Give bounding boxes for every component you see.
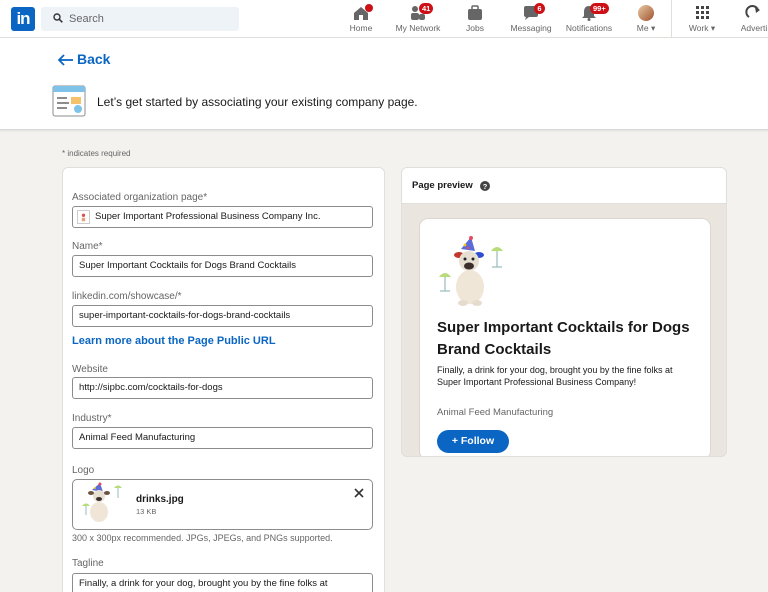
logo-filesize: 13 KB xyxy=(136,507,157,516)
network-badge: 41 xyxy=(419,3,434,14)
logo-hint: 300 x 300px recommended. JPGs, JPEGs, an… xyxy=(72,533,333,543)
nav-notifications[interactable]: 99+ Notifications xyxy=(560,0,618,38)
svg-text:?: ? xyxy=(483,182,488,191)
logo-thumbnail xyxy=(82,482,122,522)
nav-work-label: Work ▾ xyxy=(688,23,716,33)
required-note: * indicates required xyxy=(62,149,131,158)
nav-home[interactable]: Home xyxy=(340,0,382,38)
name-label: Name* xyxy=(72,241,103,252)
search-box[interactable] xyxy=(41,7,239,31)
learn-more-url-link[interactable]: Learn more about the Page Public URL xyxy=(72,335,276,347)
industry-field[interactable]: Animal Feed Manufacturing xyxy=(72,427,373,449)
page-header: Back Let’s get started by associating yo… xyxy=(0,38,768,130)
messaging-badge: 6 xyxy=(534,3,545,14)
follow-button[interactable]: + Follow xyxy=(437,430,509,453)
company-logo-icon xyxy=(77,210,90,224)
nav-messaging[interactable]: 6 Messaging xyxy=(506,0,556,38)
nav-me[interactable]: Me ▾ xyxy=(628,0,664,38)
arrow-left-icon xyxy=(58,54,73,66)
nav-home-label: Home xyxy=(349,23,373,33)
industry-label: Industry* xyxy=(72,413,112,424)
grid-icon xyxy=(696,6,709,19)
advertise-icon xyxy=(745,5,760,18)
linkedin-logo[interactable]: in xyxy=(11,7,35,31)
org-field[interactable]: Super Important Professional Business Co… xyxy=(72,206,373,228)
preview-tagline: Finally, a drink for your dog, brought y… xyxy=(437,365,673,387)
nav-advertise[interactable]: Adverti xyxy=(734,0,768,38)
search-icon xyxy=(53,13,63,23)
url-field[interactable]: super-important-cocktails-for-dogs-brand… xyxy=(72,305,373,327)
website-label: Website xyxy=(72,364,108,375)
nav-my-network-label: My Network xyxy=(395,23,441,33)
nav-advertise-label: Adverti xyxy=(740,23,768,33)
nav-jobs[interactable]: Jobs xyxy=(458,0,492,38)
nav-notifications-label: Notifications xyxy=(565,23,613,33)
logo-filename: drinks.jpg xyxy=(136,494,184,505)
preview-page-name: Super Important Cocktails for Dogs Brand… xyxy=(437,319,690,358)
back-link[interactable]: Back xyxy=(77,51,110,67)
nav-messaging-label: Messaging xyxy=(510,23,552,33)
org-label: Associated organization page* xyxy=(72,192,208,203)
website-field[interactable]: http://sipbc.com/cocktails-for-dogs xyxy=(72,377,373,399)
logo-upload[interactable]: drinks.jpg 13 KB xyxy=(72,479,373,530)
tagline-field[interactable]: Finally, a drink for your dog, brought y… xyxy=(72,573,373,592)
nav-jobs-label: Jobs xyxy=(466,23,484,33)
logo-label: Logo xyxy=(72,465,95,476)
page-illustration-icon xyxy=(52,85,86,117)
help-icon[interactable]: ? xyxy=(480,181,490,191)
dog-logo-image xyxy=(439,236,503,306)
preview-header: Page preview ? xyxy=(402,168,726,204)
avatar xyxy=(638,5,654,21)
jobs-icon xyxy=(468,5,482,20)
preview-title: Page preview xyxy=(412,180,473,191)
tagline-label: Tagline xyxy=(72,558,104,569)
org-value: Super Important Professional Business Co… xyxy=(95,211,321,222)
nav-divider xyxy=(671,0,672,38)
preview-page-card: Super Important Cocktails for Dogs Brand… xyxy=(420,219,710,456)
home-badge-dot xyxy=(365,4,373,12)
page-preview-card: Page preview ? Super Important Cocktails… xyxy=(401,167,727,457)
close-icon[interactable] xyxy=(353,487,365,499)
nav-work[interactable]: Work ▾ xyxy=(682,0,722,38)
name-field[interactable]: Super Important Cocktails for Dogs Brand… xyxy=(72,255,373,277)
page-intro-text: Let’s get started by associating your ex… xyxy=(97,95,418,109)
search-input[interactable] xyxy=(69,7,234,31)
top-navigation: in Home 41 My Network Jobs 6 xyxy=(0,0,768,38)
notifications-badge: 99+ xyxy=(590,3,609,14)
url-label: linkedin.com/showcase/* xyxy=(72,291,182,302)
nav-me-label: Me ▾ xyxy=(636,23,656,33)
preview-industry: Animal Feed Manufacturing xyxy=(437,407,554,418)
nav-my-network[interactable]: 41 My Network xyxy=(390,0,446,38)
